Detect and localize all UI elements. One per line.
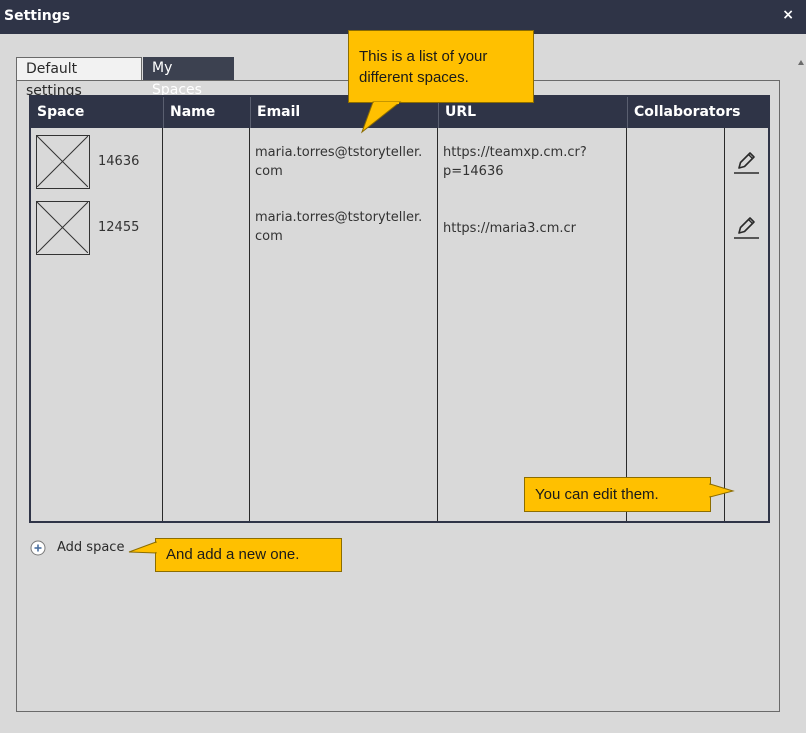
- callout-list: This is a list of your different spaces.: [348, 30, 534, 103]
- callout-pointer: [128, 541, 157, 554]
- pencil-icon[interactable]: [731, 212, 761, 242]
- plus-circle-icon: [30, 540, 46, 556]
- spaces-table: Space Name Email URL Collaborators 14636…: [29, 95, 770, 523]
- add-space-label: Add space: [57, 540, 125, 555]
- column-header-space: Space: [31, 97, 164, 128]
- space-email: maria.torres@tstoryteller. com: [255, 208, 422, 246]
- url-line: https://maria3.cm.cr: [443, 221, 576, 236]
- callout-text: different spaces.: [359, 69, 469, 86]
- space-id: 14636: [98, 154, 140, 169]
- email-line: com: [255, 229, 283, 244]
- space-url: https://maria3.cm.cr: [443, 219, 576, 238]
- column-divider: [626, 128, 627, 521]
- column-header-name: Name: [164, 97, 251, 128]
- callout-text: This is a list of your: [359, 48, 488, 65]
- column-header-collaborators: Collaborators: [634, 104, 741, 120]
- column-divider: [724, 128, 725, 521]
- email-line: com: [255, 164, 283, 179]
- callout-pointer: [360, 101, 402, 134]
- url-line: p=14636: [443, 164, 504, 179]
- callout-pointer: [709, 483, 735, 498]
- email-line: maria.torres@tstoryteller.: [255, 145, 423, 160]
- tab-default-settings[interactable]: Default settings: [16, 57, 142, 99]
- pencil-icon[interactable]: [731, 147, 761, 177]
- image-placeholder-icon: [36, 201, 90, 255]
- callout-edit: You can edit them.: [524, 477, 711, 512]
- title-bar: Settings ×: [0, 0, 806, 34]
- url-line: https://teamxp.cm.cr?: [443, 145, 587, 160]
- column-divider: [162, 128, 163, 521]
- close-icon[interactable]: ×: [782, 7, 794, 23]
- scroll-up-icon[interactable]: [798, 60, 804, 65]
- space-url: https://teamxp.cm.cr? p=14636: [443, 143, 587, 181]
- email-line: maria.torres@tstoryteller.: [255, 210, 423, 225]
- window-title: Settings: [4, 8, 71, 24]
- space-id: 12455: [98, 220, 140, 235]
- space-email: maria.torres@tstoryteller. com: [255, 143, 422, 181]
- callout-add: And add a new one.: [155, 538, 342, 572]
- scrollbar[interactable]: [796, 34, 806, 733]
- column-divider: [249, 128, 250, 521]
- column-divider: [437, 128, 438, 521]
- image-placeholder-icon: [36, 135, 90, 189]
- tab-my-spaces[interactable]: My Spaces: [143, 57, 234, 98]
